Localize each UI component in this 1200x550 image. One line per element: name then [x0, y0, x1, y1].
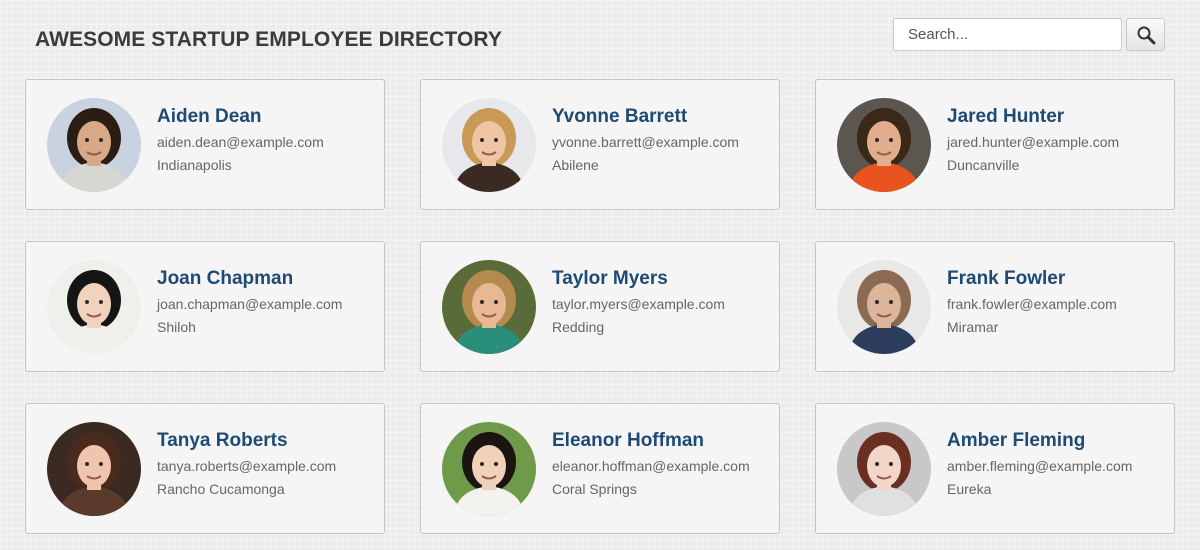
- employee-card[interactable]: Tanya Roberts tanya.roberts@example.com Ra…: [25, 403, 385, 534]
- employee-name: Yvonne Barrett: [552, 105, 688, 127]
- employee-card[interactable]: Joan Chapman joan.chapman@example.com Shil…: [25, 241, 385, 372]
- employee-city: Coral Springs: [552, 480, 637, 497]
- employee-name: Eleanor Hoffman: [552, 429, 705, 451]
- employee-card[interactable]: Amber Fleming amber.fleming@example.com Eu…: [815, 403, 1175, 534]
- employee-email: tanya.roberts@example.com: [157, 457, 337, 474]
- search-form: [893, 18, 1165, 51]
- employee-name: Amber Fleming: [947, 429, 1086, 451]
- page-title: AWESOME STARTUP EMPLOYEE DIRECTORY: [35, 28, 503, 51]
- employee-email: amber.fleming@example.com: [947, 457, 1133, 474]
- employee-email: frank.fowler@example.com: [947, 295, 1117, 312]
- employee-email: eleanor.hoffman@example.com: [552, 457, 750, 474]
- avatar-photo: [442, 259, 536, 354]
- avatar-photo: [837, 259, 931, 354]
- avatar-photo: [47, 259, 141, 354]
- employee-card[interactable]: Jared Hunter jared.hunter@example.com Dunc…: [815, 79, 1175, 210]
- employee-avatar: [837, 97, 931, 192]
- employee-avatar: [837, 259, 931, 354]
- employee-email: yvonne.barrett@example.com: [552, 133, 739, 150]
- page-header: AWESOME STARTUP EMPLOYEE DIRECTORY: [0, 0, 1200, 70]
- employee-card[interactable]: Frank Fowler frank.fowler@example.com Mira…: [815, 241, 1175, 372]
- employee-avatar: [47, 97, 141, 192]
- employee-info: Jared Hunter jared.hunter@example.com Dunc…: [947, 105, 1119, 175]
- employee-info: Aiden Dean aiden.dean@example.com Indianap…: [157, 105, 324, 175]
- search-button[interactable]: [1126, 18, 1165, 51]
- employee-avatar: [47, 259, 141, 354]
- employee-avatar: [442, 259, 536, 354]
- employee-card[interactable]: Aiden Dean aiden.dean@example.com Indianap…: [25, 79, 385, 210]
- employee-info: Frank Fowler frank.fowler@example.com Mira…: [947, 267, 1117, 337]
- employee-city: Duncanville: [947, 156, 1020, 173]
- avatar-photo: [442, 97, 536, 192]
- employee-info: Taylor Myers taylor.myers@example.com Redd…: [552, 267, 725, 337]
- employee-email: joan.chapman@example.com: [157, 295, 343, 312]
- employee-info: Amber Fleming amber.fleming@example.com Eu…: [947, 429, 1132, 499]
- employee-city: Rancho Cucamonga: [157, 480, 285, 497]
- employee-city: Redding: [552, 318, 605, 335]
- employee-avatar: [442, 97, 536, 192]
- employee-email: aiden.dean@example.com: [157, 133, 324, 150]
- employee-card[interactable]: Taylor Myers taylor.myers@example.com Redd…: [420, 241, 780, 372]
- employee-name: Tanya Roberts: [157, 429, 288, 451]
- search-input[interactable]: [893, 18, 1122, 51]
- employee-name: Frank Fowler: [947, 267, 1066, 289]
- employee-name: Aiden Dean: [157, 105, 262, 127]
- employee-avatar: [442, 421, 536, 516]
- employee-avatar: [837, 421, 931, 516]
- employee-city: Abilene: [552, 156, 599, 173]
- employee-card[interactable]: Yvonne Barrett yvonne.barrett@example.com…: [420, 79, 780, 210]
- employee-name: Taylor Myers: [552, 267, 668, 289]
- employee-info: Joan Chapman joan.chapman@example.com Shil…: [157, 267, 342, 337]
- employee-city: Shiloh: [157, 318, 196, 335]
- employee-name: Joan Chapman: [157, 267, 294, 289]
- avatar-photo: [47, 421, 141, 516]
- employee-info: Tanya Roberts tanya.roberts@example.com Ra…: [157, 429, 336, 499]
- employee-city: Eureka: [947, 480, 992, 497]
- employee-info: Yvonne Barrett yvonne.barrett@example.com…: [552, 105, 739, 175]
- avatar-photo: [47, 97, 141, 192]
- employee-info: Eleanor Hoffman eleanor.hoffman@example.c…: [552, 429, 750, 499]
- avatar-photo: [442, 421, 536, 516]
- employee-avatar: [47, 421, 141, 516]
- employee-email: taylor.myers@example.com: [552, 295, 725, 312]
- employee-city: Miramar: [947, 318, 999, 335]
- employee-email: jared.hunter@example.com: [947, 133, 1120, 150]
- avatar-photo: [837, 421, 931, 516]
- search-icon: [1137, 26, 1155, 44]
- avatar-photo: [837, 97, 931, 192]
- employee-gallery: Aiden Dean aiden.dean@example.com Indianap…: [25, 79, 1175, 534]
- employee-card[interactable]: Eleanor Hoffman eleanor.hoffman@example.c…: [420, 403, 780, 534]
- employee-name: Jared Hunter: [947, 105, 1065, 127]
- employee-city: Indianapolis: [157, 156, 232, 173]
